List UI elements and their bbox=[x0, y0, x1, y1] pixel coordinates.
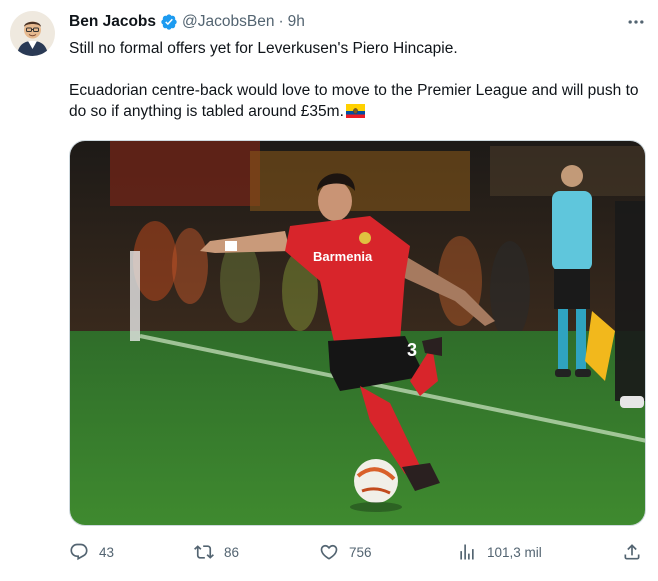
timestamp[interactable]: 9h bbox=[288, 13, 305, 31]
avatar[interactable] bbox=[10, 11, 55, 56]
tweet-content: Ben Jacobs @JacobsBen · 9h Still no form… bbox=[69, 10, 647, 122]
tweet-media-photo[interactable]: Barmenia 3 bbox=[69, 140, 646, 526]
retweet-count: 86 bbox=[224, 544, 240, 560]
football-player-photo: Barmenia 3 bbox=[70, 141, 645, 525]
tweet-text-line1: Still no formal offers yet for Leverkuse… bbox=[69, 40, 458, 57]
share-button[interactable] bbox=[622, 540, 642, 564]
ecuador-flag-icon bbox=[345, 103, 365, 118]
tweet-header: Ben Jacobs @JacobsBen · 9h bbox=[69, 10, 647, 34]
tweet-card[interactable]: Ben Jacobs @JacobsBen · 9h Still no form… bbox=[0, 0, 658, 581]
tweet-text-line2: Ecuadorian centre-back would love to mov… bbox=[69, 80, 647, 122]
reply-icon bbox=[70, 543, 88, 561]
avatar-image bbox=[10, 11, 55, 56]
author-handle[interactable]: @JacobsBen bbox=[182, 13, 274, 31]
heart-icon bbox=[320, 544, 338, 560]
like-count: 756 bbox=[349, 544, 372, 560]
verified-badge-icon[interactable] bbox=[160, 13, 178, 31]
retweet-button[interactable]: 86 bbox=[194, 540, 239, 564]
tweet-actions-bar: 43 86 756 101,3 mil bbox=[69, 540, 647, 564]
views-button[interactable]: 101,3 mil bbox=[457, 540, 542, 564]
tweet-text: Still no formal offers yet for Leverkuse… bbox=[69, 38, 647, 122]
author-name[interactable]: Ben Jacobs bbox=[69, 13, 156, 31]
views-count: 101,3 mil bbox=[487, 544, 542, 560]
like-button[interactable]: 756 bbox=[319, 540, 372, 564]
shirt-sponsor-text: Barmenia bbox=[313, 249, 373, 264]
retweet-icon bbox=[194, 545, 214, 559]
shirt-number-text: 3 bbox=[407, 340, 417, 360]
share-icon bbox=[624, 544, 640, 560]
more-options-icon[interactable] bbox=[626, 12, 646, 32]
separator-dot: · bbox=[278, 13, 284, 30]
reply-count: 43 bbox=[99, 544, 115, 560]
reply-button[interactable]: 43 bbox=[69, 540, 114, 564]
views-chart-icon bbox=[460, 544, 474, 560]
